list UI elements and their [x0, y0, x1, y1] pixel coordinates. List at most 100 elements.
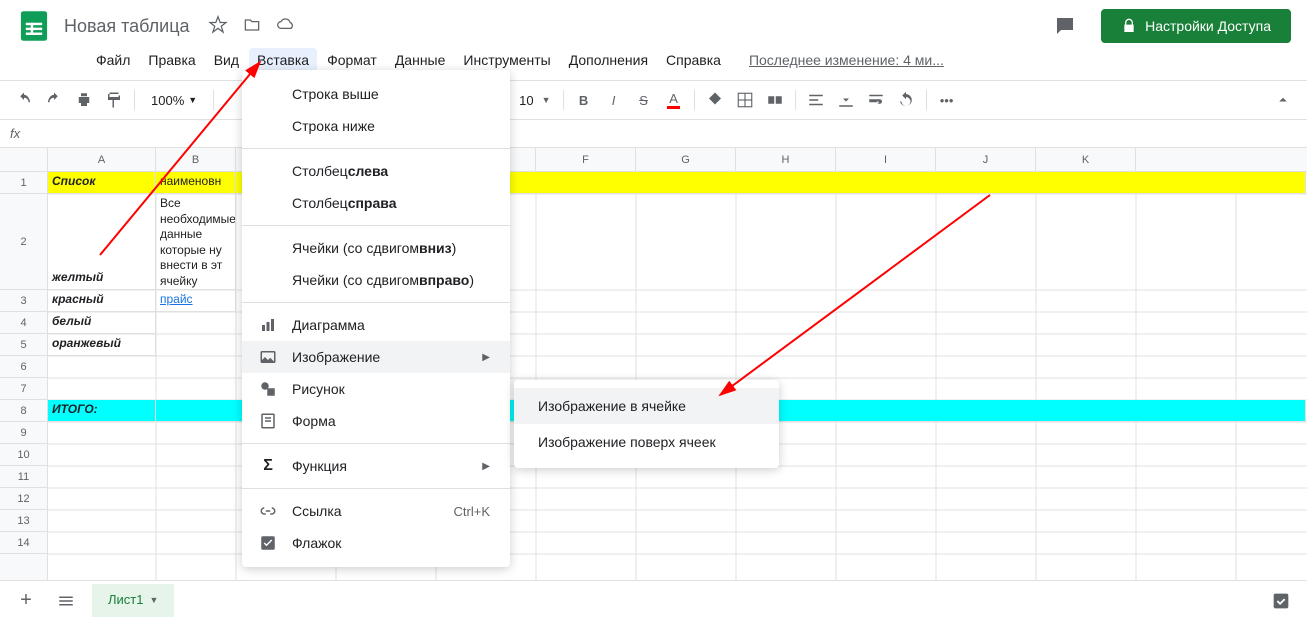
explore-button[interactable] [1267, 587, 1295, 615]
col-header-G[interactable]: G [636, 148, 736, 171]
dd-image[interactable]: Изображение▶ [242, 341, 510, 373]
row-header-5[interactable]: 5 [0, 334, 47, 356]
select-all-corner[interactable] [0, 148, 48, 172]
share-button[interactable]: Настройки Доступа [1101, 9, 1291, 43]
font-size-select[interactable]: 10 [513, 93, 539, 108]
col-header-I[interactable]: I [836, 148, 936, 171]
print-button[interactable] [70, 86, 98, 114]
menu-view[interactable]: Вид [206, 48, 247, 72]
fill-color-button[interactable] [701, 86, 729, 114]
cell-A5[interactable]: оранжевый [48, 334, 156, 356]
dd-drawing[interactable]: Рисунок [242, 373, 510, 405]
text-color-button[interactable]: A [660, 86, 688, 114]
cell-A2-label[interactable]: желтый [48, 268, 156, 290]
dd-cells-right[interactable]: Ячейки (со сдвигом вправо) [242, 264, 510, 296]
row-header-2[interactable]: 2 [0, 194, 47, 290]
dd-link[interactable]: СсылкаCtrl+K [242, 495, 510, 527]
row-header-3[interactable]: 3 [0, 290, 47, 312]
menu-addons[interactable]: Дополнения [561, 48, 656, 72]
move-icon[interactable] [242, 15, 262, 38]
comments-button[interactable] [1047, 8, 1083, 44]
lock-icon [1121, 18, 1137, 34]
add-sheet-button[interactable]: + [12, 587, 40, 615]
row-header-10[interactable]: 10 [0, 444, 47, 466]
dd-cells-down[interactable]: Ячейки (со сдвигом вниз) [242, 232, 510, 264]
col-header-K[interactable]: K [1036, 148, 1136, 171]
dd-row-below[interactable]: Строка ниже [242, 110, 510, 142]
row-header-9[interactable]: 9 [0, 422, 47, 444]
redo-button[interactable] [40, 86, 68, 114]
col-header-B[interactable]: B [156, 148, 236, 171]
row-header-6[interactable]: 6 [0, 356, 47, 378]
toolbar: 100%▼ 10 ▼ B I S A ••• [0, 80, 1307, 120]
dd-col-left[interactable]: Столбец слева [242, 155, 510, 187]
cell-B1[interactable]: наименовн [156, 172, 236, 194]
menu-help[interactable]: Справка [658, 48, 729, 72]
cloud-icon[interactable] [276, 15, 296, 38]
cell-A1[interactable]: Список [48, 172, 156, 194]
sigma-icon: Σ [258, 456, 278, 476]
row-header-14[interactable]: 14 [0, 532, 47, 554]
row-header-1[interactable]: 1 [0, 172, 47, 194]
menu-file[interactable]: Файл [88, 48, 138, 72]
col-header-A[interactable]: A [48, 148, 156, 171]
menu-insert[interactable]: Вставка [249, 48, 317, 72]
doc-title[interactable]: Новая таблица [64, 16, 190, 37]
fx-label: fx [10, 126, 20, 141]
share-label: Настройки Доступа [1145, 18, 1271, 34]
submenu-image-in-cell[interactable]: Изображение в ячейке [514, 388, 779, 424]
checkbox-icon [258, 533, 278, 553]
paint-format-button[interactable] [100, 86, 128, 114]
cell-A8[interactable]: ИТОГО: [48, 400, 156, 422]
row-header-13[interactable]: 13 [0, 510, 47, 532]
menu-edit[interactable]: Правка [140, 48, 203, 72]
zoom-select[interactable]: 100%▼ [141, 93, 207, 108]
last-edit-link[interactable]: Последнее изменение: 4 ми... [749, 52, 944, 68]
image-icon [258, 347, 278, 367]
star-icon[interactable] [208, 15, 228, 38]
all-sheets-button[interactable] [52, 587, 80, 615]
merge-button[interactable] [761, 86, 789, 114]
cell-B2[interactable]: Все необходимые данные которые ну внести… [156, 194, 236, 290]
undo-button[interactable] [10, 86, 38, 114]
cell-B3[interactable]: прайс [156, 290, 236, 312]
menubar: Файл Правка Вид Вставка Формат Данные Ин… [16, 44, 1291, 80]
menu-data[interactable]: Данные [387, 48, 454, 72]
col-header-F[interactable]: F [536, 148, 636, 171]
row-headers: 1 2 3 4 5 6 7 8 9 10 11 12 13 14 [0, 172, 48, 592]
italic-button[interactable]: I [600, 86, 628, 114]
dd-checkbox[interactable]: Флажок [242, 527, 510, 559]
col-header-J[interactable]: J [936, 148, 1036, 171]
strikethrough-button[interactable]: S [630, 86, 658, 114]
cell-A3[interactable]: красный [48, 290, 156, 312]
menu-tools[interactable]: Инструменты [455, 48, 558, 72]
col-header-H[interactable]: H [736, 148, 836, 171]
chevron-right-icon: ▶ [482, 352, 490, 363]
row-header-8[interactable]: 8 [0, 400, 47, 422]
sheet-tabs: + Лист1▼ [0, 580, 1307, 620]
toolbar-collapse-button[interactable] [1269, 86, 1297, 114]
row-header-12[interactable]: 12 [0, 488, 47, 510]
formula-bar[interactable]: fx [0, 120, 1307, 148]
more-toolbar-button[interactable]: ••• [933, 86, 961, 114]
dd-chart[interactable]: Диаграмма [242, 309, 510, 341]
dd-row-above[interactable]: Строка выше [242, 78, 510, 110]
row-header-7[interactable]: 7 [0, 378, 47, 400]
dd-col-right[interactable]: Столбец справа [242, 187, 510, 219]
image-submenu: Изображение в ячейке Изображение поверх … [514, 380, 779, 468]
align-button[interactable] [802, 86, 830, 114]
rotate-button[interactable] [892, 86, 920, 114]
column-headers: A B C D E F G H I J K [48, 148, 1307, 172]
menu-format[interactable]: Формат [319, 48, 385, 72]
row-header-11[interactable]: 11 [0, 466, 47, 488]
valign-button[interactable] [832, 86, 860, 114]
dd-form[interactable]: Форма [242, 405, 510, 437]
cell-A4[interactable]: белый [48, 312, 156, 334]
row-header-4[interactable]: 4 [0, 312, 47, 334]
dd-function[interactable]: ΣФункция▶ [242, 450, 510, 482]
submenu-image-over-cells[interactable]: Изображение поверх ячеек [514, 424, 779, 460]
sheet-tab-1[interactable]: Лист1▼ [92, 584, 174, 617]
wrap-button[interactable] [862, 86, 890, 114]
bold-button[interactable]: B [570, 86, 598, 114]
borders-button[interactable] [731, 86, 759, 114]
